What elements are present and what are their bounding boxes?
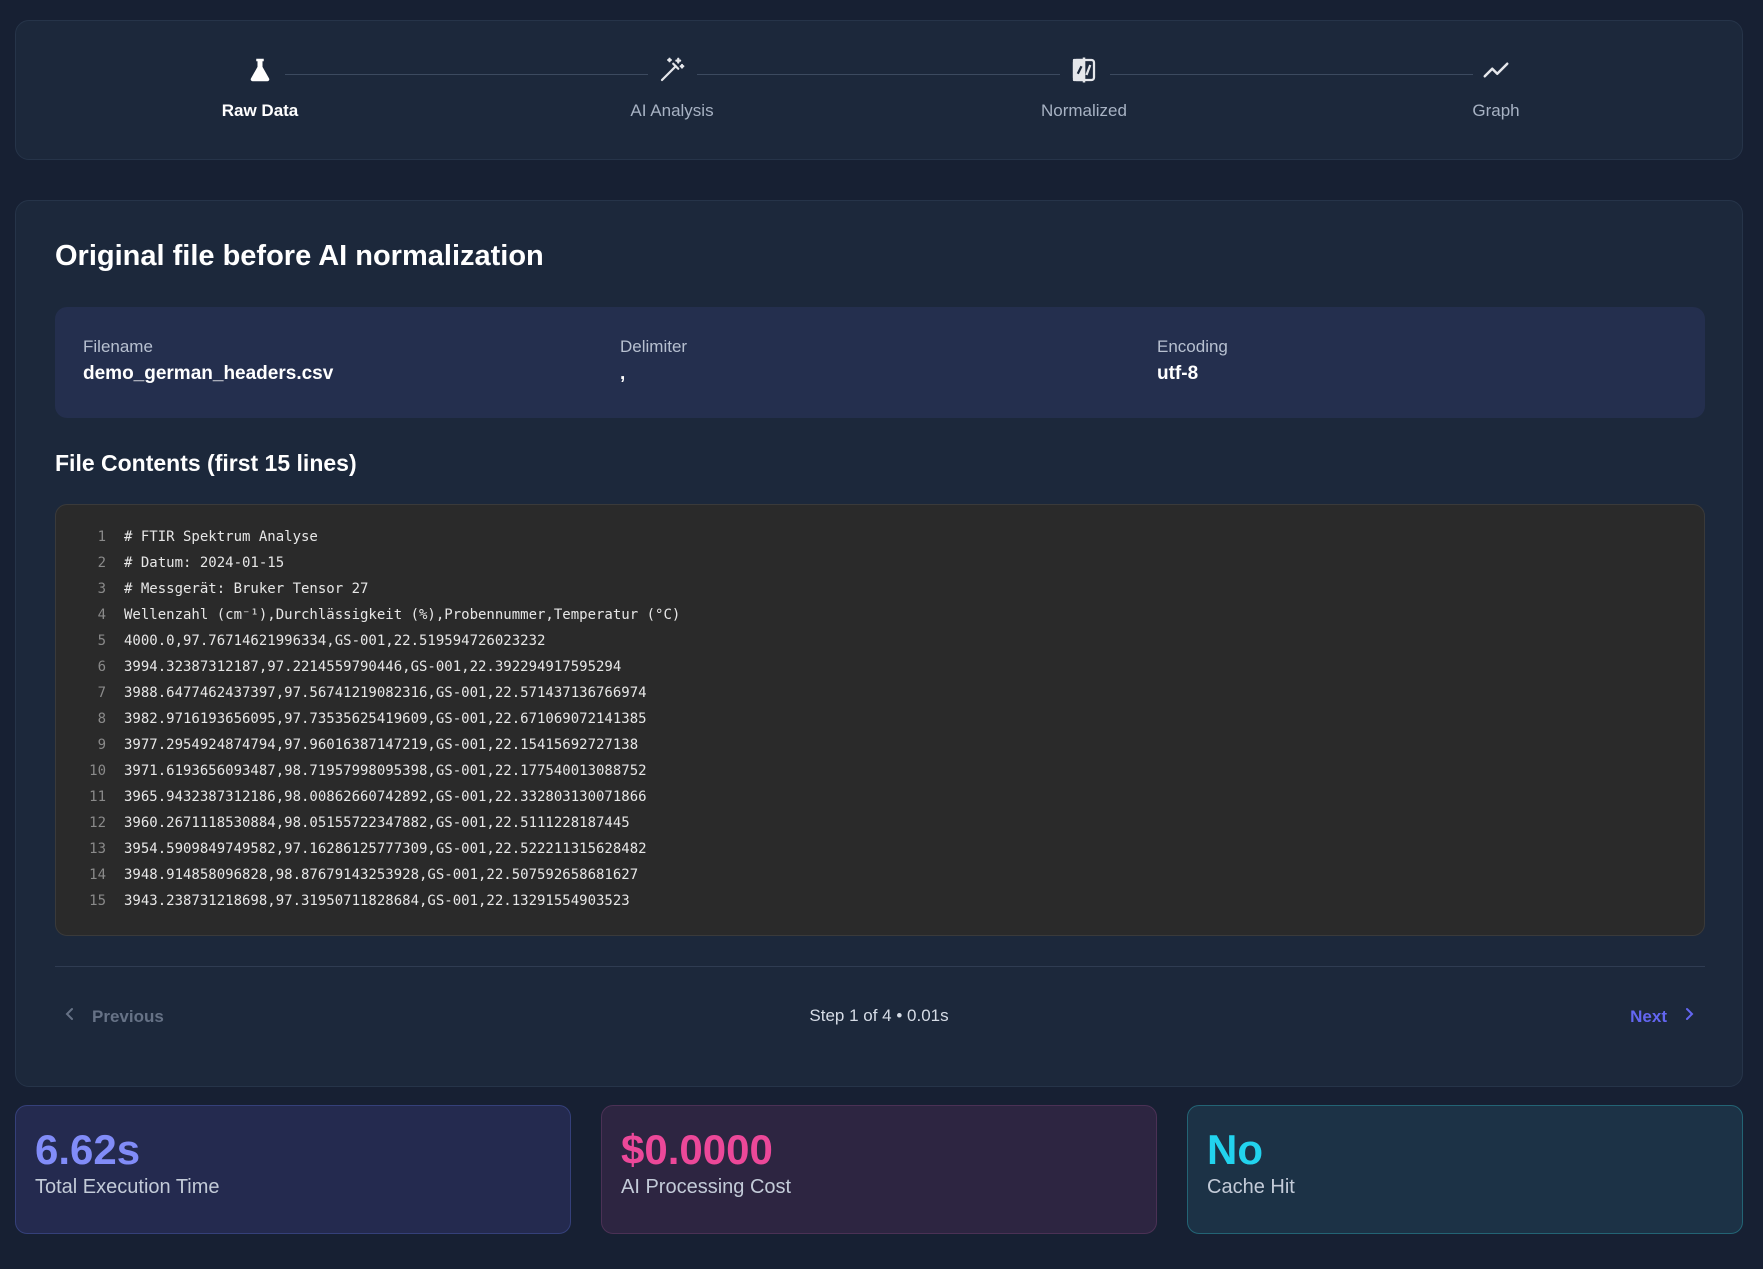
delimiter-value: , bbox=[620, 363, 626, 384]
filename-label: Filename bbox=[83, 337, 153, 356]
code-line: 4 Wellenzahl (cm⁻¹),Durchlässigkeit (%),P… bbox=[56, 602, 1704, 628]
stat-value: $0.0000 bbox=[621, 1126, 773, 1173]
code-line: 14 3948.914858096828,98.87679143253928,GS… bbox=[56, 862, 1704, 888]
code-line: 9 3977.2954924874794,97.96016387147219,GS… bbox=[56, 732, 1704, 758]
line-number: 9 bbox=[97, 737, 106, 753]
compare-icon bbox=[1069, 55, 1099, 85]
line-text: 3977.2954924874794,97.96016387147219,GS-… bbox=[124, 737, 639, 753]
stat-label: AI Processing Cost bbox=[621, 1176, 792, 1198]
code-line: 6 3994.32387312187,97.2214559790446,GS-00… bbox=[56, 654, 1704, 680]
line-number: 12 bbox=[89, 815, 106, 831]
encoding-label: Encoding bbox=[1157, 337, 1228, 356]
stat-ai-cost: $0.0000 AI Processing Cost bbox=[601, 1105, 1157, 1234]
line-number: 8 bbox=[97, 711, 106, 727]
file-contents-heading: File Contents (first 15 lines) bbox=[55, 450, 357, 476]
delimiter-field: Delimiter , bbox=[620, 337, 687, 385]
line-number: 3 bbox=[97, 581, 106, 597]
step-graph[interactable]: Graph bbox=[1406, 55, 1586, 121]
stat-label: Cache Hit bbox=[1207, 1176, 1295, 1198]
step-ai-analysis[interactable]: AI Analysis bbox=[582, 55, 762, 121]
filename-field: Filename demo_german_headers.csv bbox=[83, 337, 333, 385]
line-text: 3943.238731218698,97.31950711828684,GS-0… bbox=[124, 893, 630, 909]
step-raw-data[interactable]: Raw Data bbox=[170, 55, 350, 121]
line-text: # Datum: 2024-01-15 bbox=[124, 555, 285, 571]
line-text: 4000.0,97.76714621996334,GS-001,22.51959… bbox=[124, 633, 546, 649]
line-number: 7 bbox=[97, 685, 106, 701]
step-info: Step 1 of 4 • 0.01s bbox=[809, 1006, 949, 1025]
line-text: 3994.32387312187,97.2214559790446,GS-001… bbox=[124, 659, 622, 675]
code-line: 2 # Datum: 2024-01-15 bbox=[56, 550, 1704, 576]
raw-data-card: Original file before AI normalization Fi… bbox=[15, 200, 1743, 1087]
next-button[interactable]: Next bbox=[1630, 1006, 1697, 1027]
step-label: Raw Data bbox=[221, 101, 299, 120]
filename-value: demo_german_headers.csv bbox=[83, 363, 334, 384]
chevron-right-icon bbox=[1681, 1006, 1697, 1027]
line-text: # FTIR Spektrum Analyse bbox=[124, 529, 318, 545]
file-contents-viewer[interactable]: 1 # FTIR Spektrum Analyse 2 # Datum: 2024-0… bbox=[55, 504, 1705, 936]
line-number: 15 bbox=[89, 893, 106, 909]
page: Raw Data AI Analysis Normalized Graph Or… bbox=[15, 20, 1743, 1234]
code-line: 8 3982.9716193656095,97.73535625419609,GS… bbox=[56, 706, 1704, 732]
line-text: 3971.6193656093487,98.71957998095398,GS-… bbox=[124, 763, 647, 779]
code-line: 1 # FTIR Spektrum Analyse bbox=[56, 524, 1704, 550]
code-line: 7 3988.6477462437397,97.56741219082316,GS… bbox=[56, 680, 1704, 706]
step-label: Graph bbox=[1472, 101, 1520, 120]
code-line: 15 3943.238731218698,97.31950711828684,GS… bbox=[56, 888, 1704, 914]
file-metadata-panel: Filename demo_german_headers.csv Delimit… bbox=[55, 307, 1705, 418]
line-text: # Messgerät: Bruker Tensor 27 bbox=[124, 581, 369, 597]
code-line: 13 3954.5909849749582,97.16286125777309,G… bbox=[56, 836, 1704, 862]
line-number: 4 bbox=[97, 607, 106, 623]
step-normalized[interactable]: Normalized bbox=[994, 55, 1174, 121]
line-text: 3988.6477462437397,97.56741219082316,GS-… bbox=[124, 685, 647, 701]
step-label: Normalized bbox=[1041, 101, 1127, 120]
encoding-value: utf-8 bbox=[1157, 363, 1199, 384]
line-number: 5 bbox=[97, 633, 106, 649]
stat-value: No bbox=[1207, 1126, 1263, 1173]
line-number: 2 bbox=[97, 555, 106, 571]
line-text: 3954.5909849749582,97.16286125777309,GS-… bbox=[124, 841, 647, 857]
code-line: 3 # Messgerät: Bruker Tensor 27 bbox=[56, 576, 1704, 602]
line-text: 3948.914858096828,98.87679143253928,GS-0… bbox=[124, 867, 639, 883]
stat-execution-time: 6.62s Total Execution Time bbox=[15, 1105, 571, 1234]
divider bbox=[55, 966, 1705, 967]
progress-stepper: Raw Data AI Analysis Normalized Graph bbox=[15, 20, 1743, 160]
stat-value: 6.62s bbox=[35, 1126, 141, 1173]
code-line: 12 3960.2671118530884,98.05155722347882,G… bbox=[56, 810, 1704, 836]
line-number: 1 bbox=[97, 529, 106, 545]
line-text: 3965.9432387312186,98.00862660742892,GS-… bbox=[124, 789, 647, 805]
line-number: 10 bbox=[89, 763, 106, 779]
line-number: 11 bbox=[89, 789, 106, 805]
line-text: 3982.9716193656095,97.73535625419609,GS-… bbox=[124, 711, 647, 727]
stat-cache-hit: No Cache Hit bbox=[1187, 1105, 1743, 1234]
line-text: 3960.2671118530884,98.05155722347882,GS-… bbox=[124, 815, 630, 831]
line-number: 14 bbox=[89, 867, 106, 883]
line-text: Wellenzahl (cm⁻¹),Durchlässigkeit (%),Pr… bbox=[124, 607, 681, 623]
encoding-field: Encoding utf-8 bbox=[1157, 337, 1228, 385]
code-line: 5 4000.0,97.76714621996334,GS-001,22.5195… bbox=[56, 628, 1704, 654]
step-label: AI Analysis bbox=[630, 101, 714, 120]
flask-icon bbox=[245, 55, 275, 85]
next-label: Next bbox=[1630, 1006, 1667, 1026]
line-number: 6 bbox=[97, 659, 106, 675]
magic-wand-icon bbox=[657, 55, 687, 85]
delimiter-label: Delimiter bbox=[620, 337, 688, 356]
stat-label: Total Execution Time bbox=[35, 1176, 220, 1198]
code-line: 11 3965.9432387312186,98.00862660742892,G… bbox=[56, 784, 1704, 810]
card-title: Original file before AI normalization bbox=[55, 240, 544, 272]
trend-line-icon bbox=[1481, 55, 1511, 85]
line-number: 13 bbox=[89, 841, 106, 857]
code-line: 10 3971.6193656093487,98.71957998095398,G… bbox=[56, 758, 1704, 784]
